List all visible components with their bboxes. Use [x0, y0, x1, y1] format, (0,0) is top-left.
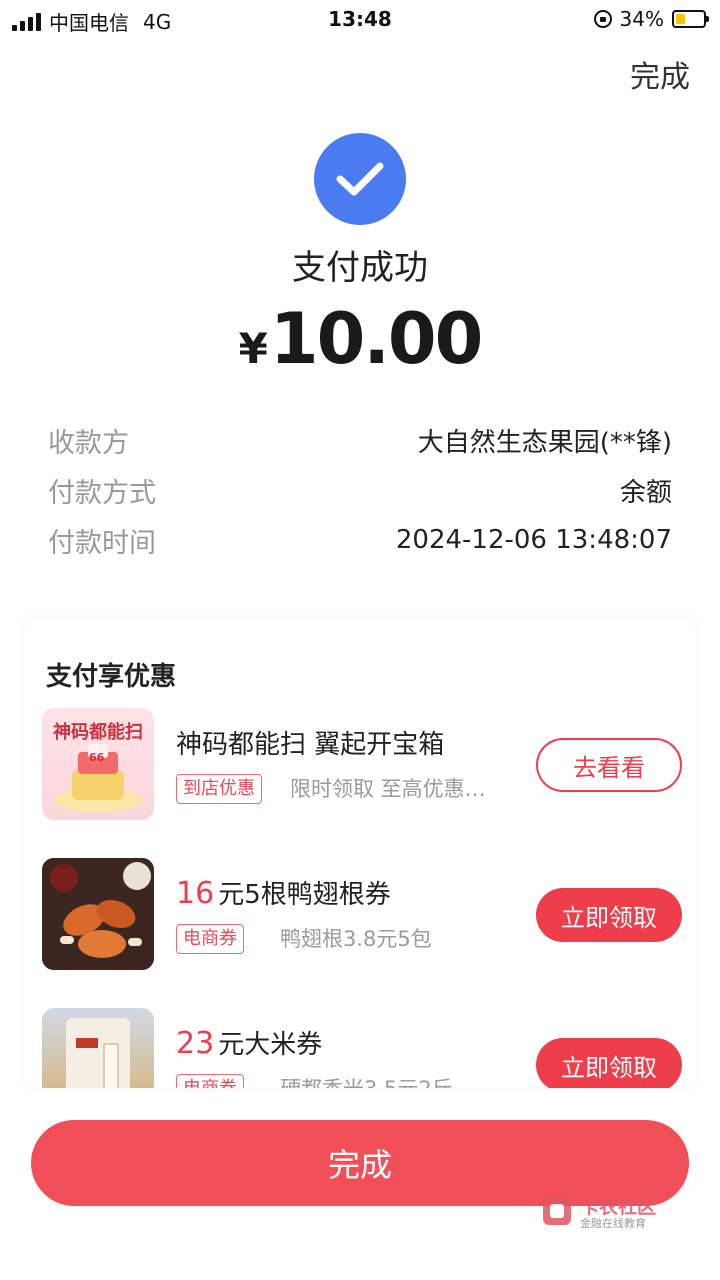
top-done-button[interactable]: 完成	[630, 52, 690, 96]
rice-thumbnail	[42, 1008, 154, 1088]
thumb-text: 神码都能扫	[53, 722, 143, 743]
promo-item[interactable]: 神码都能扫 66 神码都能扫 翼起开宝箱 到店优惠 限时领取 至高优惠… 去看看	[42, 708, 682, 820]
promo-desc: 鸭翅根3.8元5包	[280, 927, 432, 951]
success-check-icon	[314, 133, 406, 225]
detail-row-time: 付款时间 2024-12-06 13:48:07	[48, 520, 672, 560]
detail-label: 付款时间	[48, 527, 156, 559]
promo-item-title: 23 元大米券	[176, 1024, 322, 1061]
battery-percent: 34%	[619, 7, 664, 31]
detail-value: 大自然生态果园(**锋)	[417, 427, 672, 458]
promo-item-number: 23	[176, 1026, 215, 1061]
promo-item-text: 神码都能扫 翼起开宝箱	[176, 730, 445, 760]
promo-tag: 电商券	[176, 924, 244, 954]
promo-item-number: 16	[176, 876, 215, 911]
kanong-logo-icon	[543, 1197, 571, 1225]
orientation-lock-icon	[593, 10, 612, 28]
promo-item-text: 元5根鸭翅根券	[218, 880, 391, 910]
status-bar: 中国电信 4G 13:48 34%	[0, 0, 720, 38]
detail-value: 余额	[619, 477, 672, 508]
claim-button[interactable]: 立即领取	[536, 1038, 682, 1088]
detail-value: 2024-12-06 13:48:07	[395, 525, 672, 555]
promo-title: 支付享优惠	[46, 662, 177, 692]
promo-item-title: 神码都能扫 翼起开宝箱	[176, 724, 444, 761]
promo-tag: 电商券	[176, 1074, 244, 1088]
promo-desc: 限时领取 至高优惠…	[290, 777, 486, 801]
payment-amount: ¥10.00	[0, 298, 720, 380]
amount-value: 10.00	[269, 298, 483, 380]
battery-icon	[672, 10, 709, 28]
watermark-subtitle: 金融在线教育	[580, 1217, 646, 1230]
promo-item-title: 16 元5根鸭翅根券	[176, 874, 391, 911]
payment-status-title: 支付成功	[292, 248, 428, 288]
promo-desc: 硬都香米3.5元2斤	[280, 1074, 453, 1088]
thumb-badge: 66	[89, 751, 105, 764]
promo-item-text: 元大米券	[218, 1030, 323, 1060]
view-button[interactable]: 去看看	[536, 738, 682, 792]
duck-wing-thumbnail	[42, 858, 154, 970]
treasure-box-thumbnail: 神码都能扫 66	[42, 708, 154, 820]
check-icon	[336, 162, 384, 196]
detail-label: 付款方式	[48, 477, 156, 509]
detail-row-payee: 收款方 大自然生态果园(**锋)	[48, 420, 672, 460]
detail-label: 收款方	[48, 427, 129, 459]
promo-item[interactable]: 16 元5根鸭翅根券 电商券 鸭翅根3.8元5包 立即领取	[42, 858, 682, 970]
status-right: 34%	[593, 7, 709, 31]
detail-row-method: 付款方式 余额	[48, 470, 672, 510]
watermark: 卡农社区 金融在线教育	[540, 1192, 690, 1232]
battery-fill	[676, 14, 685, 24]
promo-tag: 到店优惠	[176, 774, 262, 804]
currency-symbol: ¥	[238, 324, 268, 373]
promo-card: 支付享优惠 神码都能扫 66 神码都能扫 翼起开宝箱 到店优惠 限时领取 至高优…	[24, 618, 696, 1088]
promo-item[interactable]: 23元大米券 电商券 硬都香米3.5元2斤 立即领取	[42, 1008, 682, 1088]
claim-button[interactable]: 立即领取	[536, 888, 682, 942]
